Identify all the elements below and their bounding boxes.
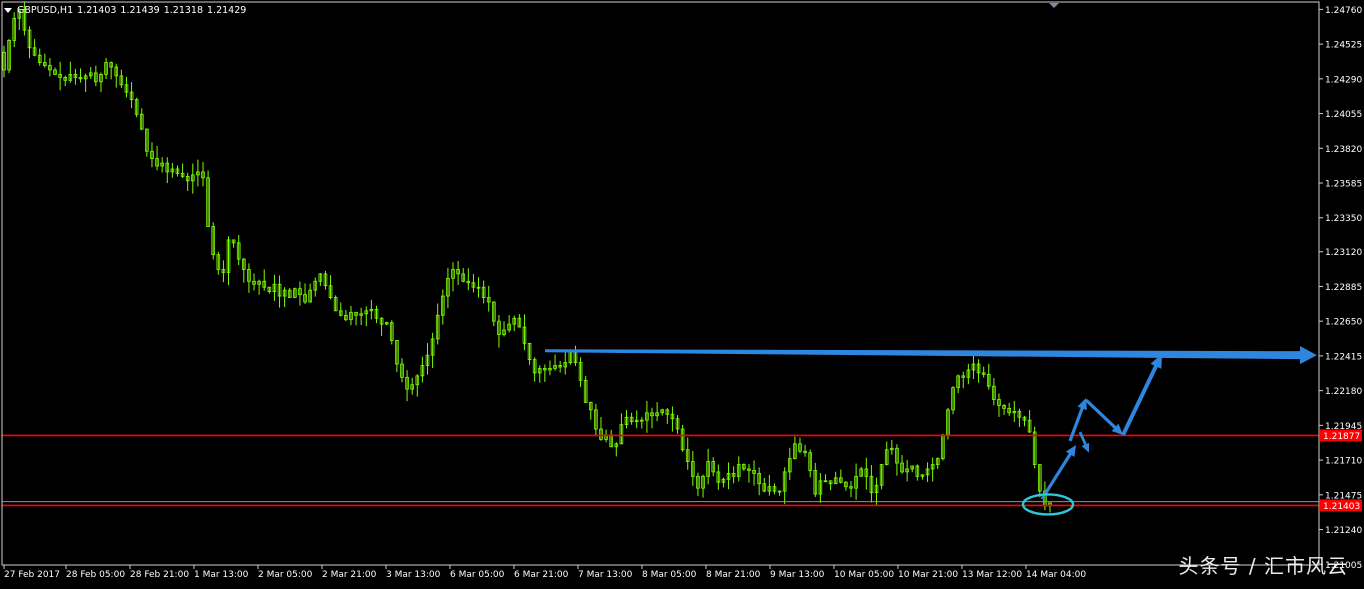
time-tick-label: 13 Mar 12:00 xyxy=(962,570,1022,580)
time-tick-label: 6 Mar 21:00 xyxy=(514,570,569,580)
price-tick-label: 1.24760 xyxy=(1325,6,1362,16)
chart-header: GBPUSD,H1 1.21403 1.21439 1.21318 1.2142… xyxy=(4,3,250,17)
projection-arrow[interactable] xyxy=(1040,444,1076,500)
chart-menu-icon[interactable] xyxy=(4,7,12,13)
price-tick-label: 1.21710 xyxy=(1325,457,1362,467)
time-tick-label: 14 Mar 04:00 xyxy=(1026,570,1086,580)
price-tick-label: 1.21475 xyxy=(1325,491,1362,501)
price-tick-label: 1.24525 xyxy=(1325,41,1362,51)
axes-layer xyxy=(1,1,1323,569)
price-tick-label: 1.24290 xyxy=(1325,75,1362,85)
price-tick-label: 1.23820 xyxy=(1325,145,1362,155)
time-tick-label: 6 Mar 05:00 xyxy=(450,570,505,580)
time-tick-label: 2 Mar 05:00 xyxy=(258,570,313,580)
symbol-label: GBPUSD,H1 xyxy=(17,4,74,16)
price-tick-label: 1.22885 xyxy=(1325,283,1362,293)
open-value: 1.21403 xyxy=(77,4,117,16)
chart-frame xyxy=(1,1,1320,566)
time-tick-label: 8 Mar 21:00 xyxy=(706,570,761,580)
time-tick-label: 7 Mar 13:00 xyxy=(578,570,633,580)
chart-shift-marker-icon[interactable] xyxy=(1049,3,1059,8)
time-tick-label: 1 Mar 13:00 xyxy=(194,570,249,580)
projection-arrow[interactable] xyxy=(1084,398,1123,435)
price-tick-label: 1.22415 xyxy=(1325,352,1362,362)
price-tick-label: 1.23350 xyxy=(1325,214,1362,224)
chart-area[interactable]: 1.21877 1.21403 1.24760 1.24525 1.24290 1.24… xyxy=(0,0,1364,585)
level-price-label: 1.21877 xyxy=(1323,432,1360,442)
price-chart[interactable]: 1.218771.21403 1.247601.245251.242901.24… xyxy=(0,0,1364,585)
time-tick-label: 28 Feb 21:00 xyxy=(130,570,189,580)
time-tick-label: 10 Mar 21:00 xyxy=(898,570,958,580)
time-tick-label: 27 Feb 2017 xyxy=(4,570,60,580)
highlight-ellipse[interactable] xyxy=(1021,493,1075,516)
time-tick-label: 2 Mar 21:00 xyxy=(322,570,377,580)
projection-arrow[interactable] xyxy=(1121,353,1162,436)
time-tick-label: 8 Mar 05:00 xyxy=(642,570,697,580)
low-value: 1.21318 xyxy=(163,4,204,16)
watermark: 头条号 / 汇市风云 xyxy=(1178,554,1348,578)
price-tick-label: 1.23120 xyxy=(1325,248,1362,258)
price-tick-label: 1.22650 xyxy=(1325,318,1362,328)
price-tick-label: 1.21945 xyxy=(1325,422,1362,432)
time-tick-label: 28 Feb 05:00 xyxy=(66,570,125,580)
time-tick-label: 3 Mar 13:00 xyxy=(386,570,441,580)
price-tick-label: 1.22180 xyxy=(1325,387,1362,397)
time-tick-label: 9 Mar 13:00 xyxy=(770,570,825,580)
price-tick-label: 1.21240 xyxy=(1325,526,1362,536)
trendline-arrow[interactable] xyxy=(545,346,1317,365)
level-price-label: 1.21403 xyxy=(1323,502,1360,512)
close-value: 1.21429 xyxy=(207,4,247,16)
price-tick-label: 1.24055 xyxy=(1325,110,1362,120)
levels-layer: 1.21877 1.21403 xyxy=(2,429,1362,512)
annotations-layer xyxy=(545,346,1317,516)
axis-labels-layer: 1.24760 1.24525 1.24290 1.24055 1.23820 1.235… xyxy=(4,6,1362,580)
time-tick-label: 10 Mar 05:00 xyxy=(834,570,894,580)
high-value: 1.21439 xyxy=(120,4,160,16)
price-tick-label: 1.23585 xyxy=(1325,180,1362,190)
